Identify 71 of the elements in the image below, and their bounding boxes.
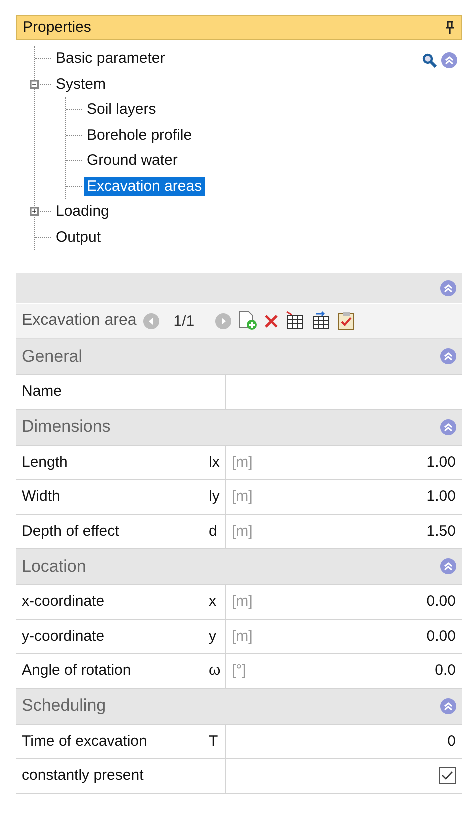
- checkbox[interactable]: [439, 767, 456, 784]
- tree-item[interactable]: Soil layers: [84, 100, 160, 120]
- property-label: Name: [21, 383, 64, 400]
- unit-label: [m]: [232, 454, 253, 471]
- property-symbol: T: [209, 732, 218, 750]
- property-label: Width: [21, 488, 62, 506]
- tree-item[interactable]: Excavation areas: [84, 176, 206, 196]
- property-symbol: d: [209, 522, 218, 540]
- value-field[interactable]: 0: [225, 724, 462, 758]
- toolbar-label: Excavation area: [22, 312, 137, 330]
- section-title: Location: [22, 556, 86, 576]
- value-field[interactable]: [m] 1.00: [225, 446, 462, 479]
- tree-item[interactable]: Basic parameter: [53, 49, 168, 68]
- pin-icon[interactable]: [445, 21, 455, 34]
- section-title: Dimensions: [22, 417, 111, 437]
- section-header[interactable]: Dimensions: [16, 410, 462, 446]
- collapse-icon[interactable]: [441, 52, 458, 69]
- property-label: Length: [21, 454, 69, 471]
- property-value: 1.00: [426, 454, 456, 471]
- record-counter: 1/1: [174, 312, 195, 330]
- section-header[interactable]: General: [16, 339, 462, 375]
- unit-label: [m]: [232, 628, 253, 645]
- tree-item[interactable]: Loading: [53, 202, 112, 222]
- property-value: 0: [448, 732, 456, 750]
- tree-item[interactable]: Borehole profile: [84, 126, 196, 145]
- section-title: General: [22, 346, 82, 366]
- value-field[interactable]: [m] 1.50: [225, 514, 462, 548]
- unit-label: [m]: [232, 593, 253, 610]
- value-field[interactable]: [m] 0.00: [225, 620, 462, 653]
- property-symbol: ly: [209, 488, 220, 506]
- property-label: Depth of effect: [21, 522, 120, 540]
- unit-label: [m]: [232, 488, 253, 506]
- collapse-icon[interactable]: [440, 698, 457, 714]
- collapse-icon[interactable]: [440, 558, 457, 575]
- collapse-icon[interactable]: [440, 418, 457, 436]
- property-label: Time of excavation: [21, 732, 148, 750]
- search-icon[interactable]: [422, 53, 437, 68]
- value-field[interactable]: [°] 0.0: [225, 654, 462, 688]
- section-header[interactable]: Scheduling: [16, 688, 462, 724]
- unit-label: [m]: [232, 522, 253, 540]
- expand-icon[interactable]: [30, 207, 39, 216]
- value-field[interactable]: [m] 0.00: [225, 585, 462, 618]
- property-symbol: x: [209, 593, 216, 610]
- property-value: 0.00: [426, 628, 456, 645]
- property-value: 0.0: [435, 662, 456, 680]
- table-import-icon[interactable]: [310, 311, 331, 331]
- collapse-icon[interactable]: [440, 348, 457, 365]
- table-icon[interactable]: [284, 311, 305, 331]
- tree-item[interactable]: Ground water: [84, 151, 181, 170]
- property-label: Angle of rotation: [21, 662, 132, 680]
- property-label: y-coordinate: [21, 628, 106, 645]
- section-title: Scheduling: [22, 696, 106, 716]
- tree-item[interactable]: Output: [53, 228, 104, 247]
- property-symbol: ω: [209, 662, 221, 680]
- property-label: x-coordinate: [21, 593, 106, 610]
- property-value: 1.50: [426, 522, 456, 540]
- value-field[interactable]: [m] 1.00: [225, 480, 462, 514]
- collapse-icon[interactable]: [30, 80, 39, 89]
- unit-label: [°]: [232, 662, 246, 680]
- tree-item[interactable]: System: [53, 74, 110, 94]
- section-header[interactable]: Location: [16, 549, 462, 585]
- property-value: 0.00: [426, 593, 456, 610]
- property-value: 1.00: [426, 488, 456, 506]
- collapse-icon[interactable]: [440, 280, 457, 296]
- delete-icon[interactable]: [264, 314, 279, 328]
- panel-title: Properties: [23, 19, 92, 36]
- property-symbol: lx: [209, 454, 220, 471]
- add-document-icon[interactable]: [238, 311, 258, 331]
- property-symbol: y: [209, 628, 216, 645]
- property-label: constantly present: [21, 767, 145, 784]
- clipboard-check-icon[interactable]: [336, 311, 357, 331]
